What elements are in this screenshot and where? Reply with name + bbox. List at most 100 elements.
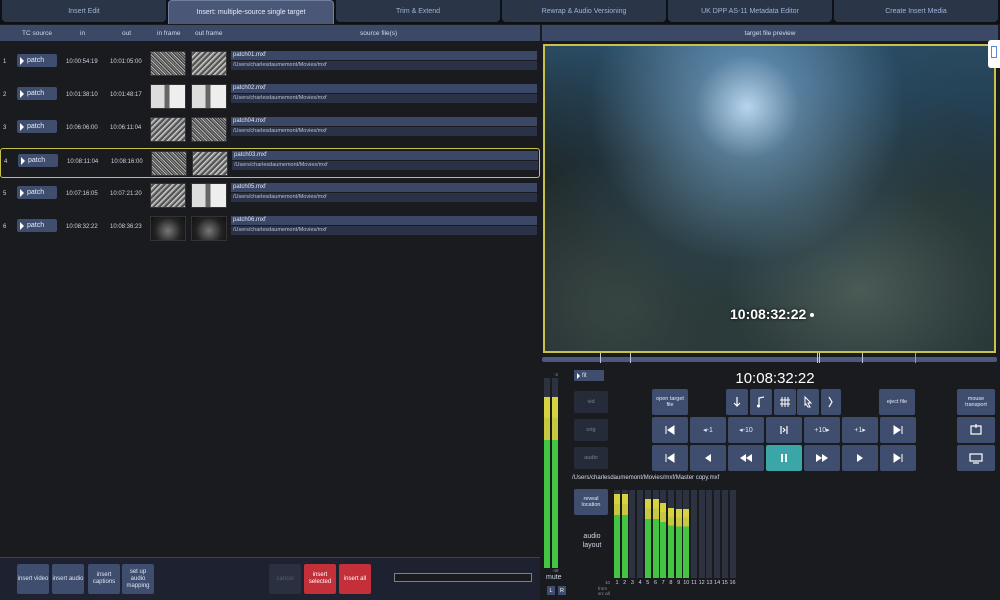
mute-label: mute: [546, 574, 562, 581]
source-row-selected[interactable]: 4 patch 10:08:11:04 10:08:16:00 patch03.…: [0, 148, 540, 178]
target-file-preview[interactable]: 10:08:32:22: [543, 44, 996, 353]
play-icon[interactable]: [842, 445, 878, 471]
channel-meter: [667, 490, 674, 578]
music-note-icon[interactable]: [750, 389, 772, 415]
vid-button[interactable]: vid: [574, 391, 608, 413]
center-frame-icon[interactable]: [766, 417, 802, 443]
patch-label: patch: [27, 189, 45, 196]
tab-insert-edit[interactable]: Insert Edit: [2, 0, 166, 22]
source-row[interactable]: 5 patch 10:07:16:05 10:07:21:20 patch05.…: [0, 181, 540, 211]
insert-video-button[interactable]: insert video: [17, 564, 49, 594]
row-number: 1: [3, 59, 7, 65]
patch-button[interactable]: patch: [17, 219, 57, 232]
patch-label: patch: [28, 157, 46, 164]
tc-out: 10:06:11:04: [110, 125, 142, 131]
timeline-marker: [862, 353, 863, 363]
audio-layout-label: audio layout: [582, 533, 602, 549]
pointer-icon[interactable]: [797, 389, 819, 415]
monitor-icon[interactable]: [957, 445, 995, 471]
source-row[interactable]: 6 patch 10:08:32:22 10:08:36:23 patch06.…: [0, 214, 540, 244]
setup-audio-mapping-button[interactable]: set up audio mapping: [122, 564, 154, 594]
tab-create-insert-media[interactable]: Create Insert Media: [834, 0, 998, 22]
mouse-transport-button[interactable]: mouse transport: [957, 389, 995, 415]
patch-button[interactable]: patch: [17, 87, 57, 100]
row-number: 2: [3, 92, 7, 98]
channel-meter-fill: [652, 498, 659, 578]
source-file-name[interactable]: patch04.mxf: [231, 117, 537, 126]
tab-rewrap-audio[interactable]: Rewrap & Audio Versioning: [502, 0, 666, 22]
tab-insert-multiple-source[interactable]: Insert: multiple-source single target: [168, 0, 334, 24]
go-to-end-icon[interactable]: [880, 445, 916, 471]
out-frame-thumbnail: [191, 117, 227, 142]
row-number: 4: [4, 159, 8, 165]
go-to-start-icon[interactable]: [652, 445, 688, 471]
channel-meter: [621, 490, 628, 578]
transport-timecode: 10:08:32:22: [735, 370, 815, 387]
audio-button[interactable]: audio: [574, 447, 608, 469]
col-out: out: [122, 29, 132, 37]
insert-captions-button[interactable]: insert captions: [88, 564, 120, 594]
tab-as11-metadata[interactable]: UK DPP AS-11 Metadata Editor: [668, 0, 832, 22]
mute-left-button[interactable]: L: [547, 586, 555, 595]
channel-meter-fill: [621, 493, 628, 578]
timeline-marker: [630, 353, 631, 363]
open-target-file-button[interactable]: open target file: [652, 389, 688, 415]
channel-meter: [652, 490, 659, 578]
source-row[interactable]: 1 patch 10:00:54:19 10:01:05:00 patch01.…: [0, 49, 540, 79]
timeline-playhead[interactable]: [915, 353, 916, 363]
patch-button[interactable]: patch: [18, 154, 58, 167]
step-back-10-button[interactable]: ◂ -10: [728, 417, 764, 443]
patch-button[interactable]: patch: [17, 120, 57, 133]
tc-in: 10:08:32:22: [66, 224, 98, 230]
step-fwd-10-button[interactable]: +10 ▸: [804, 417, 840, 443]
tab-trim-extend[interactable]: Trim & Extend: [336, 0, 500, 22]
fast-forward-icon[interactable]: [804, 445, 840, 471]
multi-track-icon[interactable]: [774, 389, 796, 415]
fit-button[interactable]: fit: [574, 370, 604, 381]
timeline-scrubber[interactable]: [542, 357, 997, 362]
insert-selected-button[interactable]: insert selected: [304, 564, 336, 594]
channel-meter: [629, 490, 636, 578]
insert-audio-button[interactable]: insert audio: [52, 564, 84, 594]
cancel-button[interactable]: cancel: [269, 564, 301, 594]
insert-all-button[interactable]: insert all: [339, 564, 371, 594]
row-number: 5: [3, 191, 7, 197]
patch-button[interactable]: patch: [17, 54, 57, 67]
source-file-name[interactable]: patch03.mxf: [232, 151, 538, 160]
eject-file-button[interactable]: eject file: [879, 389, 915, 415]
meter-bottom-scale: -48: [552, 568, 559, 573]
step-fwd-1-button[interactable]: +1 ▸: [842, 417, 878, 443]
source-row[interactable]: 2 patch 10:01:38:10 10:01:48:17 patch02.…: [0, 82, 540, 112]
pause-icon[interactable]: [766, 445, 802, 471]
go-to-out-icon[interactable]: [880, 417, 916, 443]
tc-in: 10:01:38:10: [66, 92, 98, 98]
mark-in-icon[interactable]: [726, 389, 748, 415]
loop-icon[interactable]: [957, 417, 995, 443]
channel-meter: [706, 490, 713, 578]
tc-out: 10:07:21:20: [110, 191, 142, 197]
tc-out: 10:01:05:00: [110, 59, 142, 65]
source-file-name[interactable]: patch06.mxf: [231, 216, 537, 225]
reveal-location-button[interactable]: reveal location: [574, 489, 608, 515]
source-file-name[interactable]: patch01.mxf: [231, 51, 537, 60]
go-to-in-icon[interactable]: [652, 417, 688, 443]
channel-meter: [698, 490, 705, 578]
patch-button[interactable]: patch: [17, 186, 57, 199]
rewind-icon[interactable]: [728, 445, 764, 471]
out-frame-thumbnail: [191, 183, 227, 208]
source-file-name[interactable]: patch05.mxf: [231, 183, 537, 192]
play-icon: [20, 188, 24, 197]
channel-meter-fill: [683, 509, 690, 578]
source-row[interactable]: 3 patch 10:06:06:00 10:06:11:04 patch04.…: [0, 115, 540, 145]
mute-right-button[interactable]: R: [558, 586, 566, 595]
step-back-1-button[interactable]: ◂ -1: [690, 417, 726, 443]
out-frame-thumbnail: [192, 151, 228, 176]
source-file-name[interactable]: patch02.mxf: [231, 84, 537, 93]
orig-button[interactable]: orig: [574, 419, 608, 441]
channel-meter: [637, 490, 644, 578]
source-file-path: /Users/charlesdaumemont/Movies/mxf: [232, 161, 538, 170]
master-meter-left: [544, 378, 550, 568]
play-reverse-icon[interactable]: [690, 445, 726, 471]
mark-out-icon[interactable]: [821, 389, 841, 415]
side-panel-toggle-icon[interactable]: [988, 40, 1000, 68]
